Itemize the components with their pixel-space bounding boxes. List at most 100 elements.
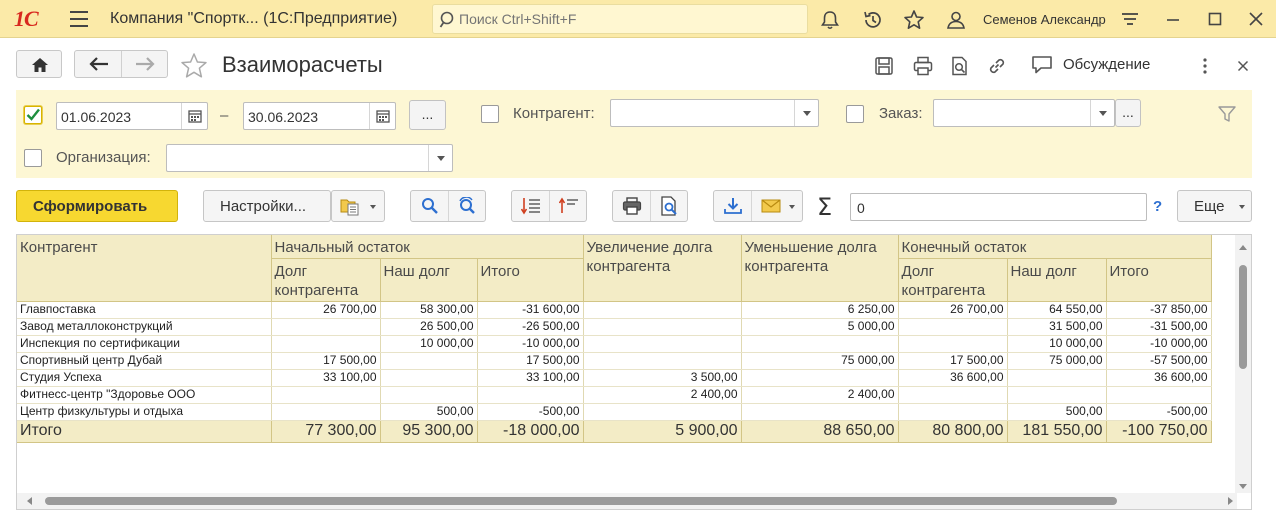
print-preview-icon[interactable] (949, 55, 971, 77)
row-value-cell[interactable]: 17 500,00 (898, 352, 1008, 370)
row-value-cell[interactable] (898, 335, 1008, 353)
vertical-scroll-thumb[interactable] (1239, 265, 1247, 369)
more-actions-icon[interactable] (1194, 55, 1216, 77)
row-counterparty-cell[interactable]: Центр физкультуры и отдыха (17, 403, 272, 421)
settings-menu-icon[interactable] (1119, 8, 1141, 30)
scroll-left-arrow[interactable] (27, 497, 32, 505)
search-input[interactable] (457, 8, 797, 30)
totals-value-cell[interactable]: 95 300,00 (380, 419, 478, 443)
row-value-cell[interactable] (741, 403, 899, 421)
row-value-cell[interactable]: 26 700,00 (898, 301, 1008, 319)
users-icon[interactable] (945, 9, 967, 31)
row-value-cell[interactable]: 17 500,00 (477, 352, 584, 370)
organization-checkbox[interactable] (24, 149, 42, 167)
date-to-field[interactable]: 30.06.2023 (243, 102, 396, 130)
row-value-cell[interactable] (380, 386, 478, 404)
row-counterparty-cell[interactable]: Фитнесс-центр "Здоровье ООО (17, 386, 272, 404)
save-to-file-button[interactable] (714, 191, 751, 221)
table-row[interactable]: Инспекция по сертификации 10 000,00 -10 00… (17, 335, 1212, 353)
horizontal-scroll-thumb[interactable] (45, 497, 1117, 505)
filter-icon[interactable] (1218, 106, 1236, 122)
history-icon[interactable] (862, 9, 884, 31)
row-value-cell[interactable] (898, 386, 1008, 404)
totals-value-cell[interactable]: 181 550,00 (1007, 419, 1107, 443)
row-value-cell[interactable] (898, 403, 1008, 421)
row-value-cell[interactable]: -57 500,00 (1106, 352, 1212, 370)
period-select-button[interactable]: ... (409, 100, 446, 130)
print-icon[interactable] (912, 55, 934, 77)
row-value-cell[interactable] (271, 403, 381, 421)
row-value-cell[interactable] (741, 335, 899, 353)
vertical-scrollbar[interactable] (1235, 235, 1251, 493)
date-to-calendar-button[interactable] (369, 103, 395, 129)
row-value-cell[interactable]: 64 550,00 (1007, 301, 1107, 319)
notifications-icon[interactable] (819, 9, 841, 31)
row-value-cell[interactable]: 26 500,00 (380, 318, 478, 336)
row-value-cell[interactable] (380, 369, 478, 387)
date-from-calendar-button[interactable] (181, 103, 207, 129)
row-value-cell[interactable]: 17 500,00 (271, 352, 381, 370)
row-value-cell[interactable]: 26 700,00 (271, 301, 381, 319)
selected-cells-sum-field[interactable]: 0 (850, 193, 1147, 221)
row-value-cell[interactable] (583, 352, 742, 370)
scroll-right-arrow[interactable] (1228, 497, 1233, 505)
print-report-button[interactable] (613, 191, 650, 221)
report-spreadsheet[interactable]: Контрагент Начальный остаток Увеличение … (16, 234, 1252, 510)
totals-label-cell[interactable]: Итого (17, 419, 272, 443)
row-value-cell[interactable]: 5 000,00 (741, 318, 899, 336)
row-value-cell[interactable] (583, 318, 742, 336)
totals-value-cell[interactable]: 80 800,00 (898, 419, 1008, 443)
row-value-cell[interactable]: 36 600,00 (898, 369, 1008, 387)
row-value-cell[interactable] (1106, 386, 1212, 404)
table-row[interactable]: Главпоставка 26 700,00 58 300,00 -31 600,00… (17, 301, 1212, 319)
add-to-favorites-icon[interactable] (180, 52, 208, 80)
expand-groups-button[interactable] (512, 191, 549, 221)
totals-row[interactable]: Итого 77 300,00 95 300,00 -18 000,00 5 900,0… (17, 419, 1212, 443)
current-user[interactable]: Семенов Александр (983, 12, 1106, 27)
row-value-cell[interactable]: -500,00 (1106, 403, 1212, 421)
scroll-down-arrow[interactable] (1239, 484, 1247, 489)
main-menu-icon[interactable] (70, 11, 88, 27)
row-value-cell[interactable] (380, 352, 478, 370)
close-window-icon[interactable] (1245, 8, 1267, 30)
row-counterparty-cell[interactable]: Главпоставка (17, 301, 272, 319)
settings-button[interactable]: Настройки... (203, 190, 331, 222)
row-value-cell[interactable]: 33 100,00 (271, 369, 381, 387)
row-counterparty-cell[interactable]: Спортивный центр Дубай (17, 352, 272, 370)
back-button[interactable] (75, 51, 121, 77)
home-button[interactable] (16, 50, 62, 78)
row-value-cell[interactable]: 31 500,00 (1007, 318, 1107, 336)
row-value-cell[interactable] (1007, 386, 1107, 404)
row-counterparty-cell[interactable]: Инспекция по сертификации (17, 335, 272, 353)
more-button[interactable]: Еще (1177, 190, 1252, 222)
horizontal-scrollbar[interactable] (17, 493, 1237, 509)
row-value-cell[interactable] (477, 386, 584, 404)
close-form-icon[interactable] (1232, 55, 1254, 77)
counterparty-dropdown-button[interactable] (794, 100, 818, 126)
period-checkbox[interactable] (24, 106, 42, 124)
row-value-cell[interactable]: 500,00 (380, 403, 478, 421)
order-dropdown-button[interactable] (1090, 100, 1114, 126)
report-variants-button[interactable] (331, 190, 385, 222)
row-value-cell[interactable]: 75 000,00 (741, 352, 899, 370)
help-button[interactable]: ? (1153, 198, 1162, 215)
row-value-cell[interactable] (271, 318, 381, 336)
forward-button[interactable] (122, 51, 168, 77)
row-value-cell[interactable] (741, 369, 899, 387)
row-value-cell[interactable]: -31 500,00 (1106, 318, 1212, 336)
organization-field[interactable] (166, 144, 453, 172)
row-value-cell[interactable]: -500,00 (477, 403, 584, 421)
row-counterparty-cell[interactable]: Студия Успеха (17, 369, 272, 387)
date-from-field[interactable]: 01.06.2023 (56, 102, 208, 130)
row-value-cell[interactable]: 10 000,00 (380, 335, 478, 353)
row-value-cell[interactable]: 75 000,00 (1007, 352, 1107, 370)
collapse-groups-button[interactable] (549, 191, 586, 221)
row-value-cell[interactable]: 33 100,00 (477, 369, 584, 387)
discussion-button[interactable]: Обсуждение (1030, 54, 1170, 76)
table-row[interactable]: Центр физкультуры и отдыха 500,00 -500,00 5… (17, 403, 1212, 421)
row-value-cell[interactable]: -37 850,00 (1106, 301, 1212, 319)
row-value-cell[interactable]: 2 400,00 (583, 386, 742, 404)
counterparty-field[interactable] (610, 99, 819, 127)
totals-value-cell[interactable]: 88 650,00 (741, 419, 899, 443)
row-value-cell[interactable] (271, 386, 381, 404)
